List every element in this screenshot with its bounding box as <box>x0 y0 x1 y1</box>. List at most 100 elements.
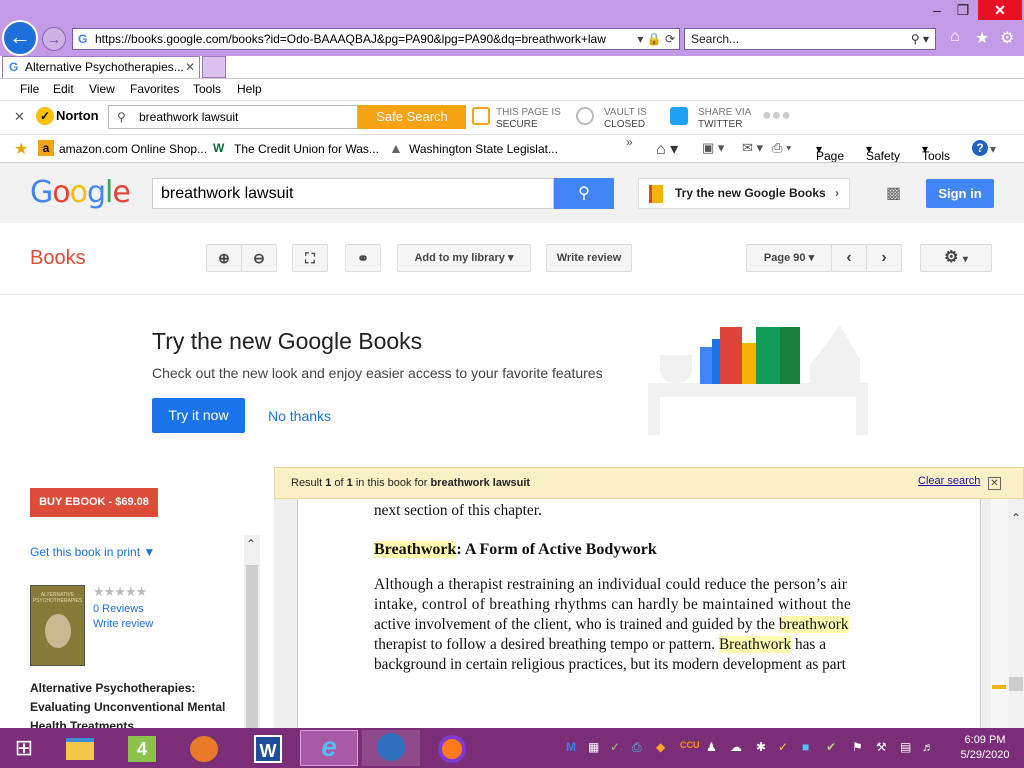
settings-button[interactable]: ⚙ ▾ <box>920 244 992 272</box>
browser-tab[interactable]: G Alternative Psychotherapies... ✕ <box>2 56 200 78</box>
thunderbird-icon[interactable] <box>362 730 420 766</box>
menu-help[interactable]: Help <box>237 82 262 96</box>
safety-menu[interactable]: Safety ▾ <box>866 142 900 163</box>
action-center-icon[interactable]: ⚑ <box>852 740 863 754</box>
maximize-button[interactable]: ❐ <box>950 0 976 20</box>
left-panel-scrollbar[interactable]: ⌃ <box>244 535 260 728</box>
tray-tool-icon[interactable]: ⚒ <box>876 740 887 754</box>
vault-indicator[interactable]: VAULT IS CLOSED <box>576 107 647 131</box>
buy-ebook-button[interactable]: BUY EBOOK - $69.08 <box>30 488 158 517</box>
link-button[interactable]: ⚭ <box>345 244 381 272</box>
norton-search-input[interactable]: ⚲ breathwork lawsuit <box>108 105 358 129</box>
tray-printer-icon[interactable]: ⎙ <box>632 740 642 755</box>
favorite-credit-union[interactable]: The Credit Union for Was... <box>234 142 379 156</box>
menu-favorites[interactable]: Favorites <box>130 82 179 96</box>
scroll-up-icon[interactable]: ⌃ <box>1011 511 1021 525</box>
safe-search-button[interactable]: Safe Search <box>358 105 466 129</box>
forward-button[interactable]: → <box>42 27 66 51</box>
sign-in-button[interactable]: Sign in <box>926 179 994 208</box>
page-scrollbar[interactable]: ⌃ <box>1008 499 1024 728</box>
previous-page-button[interactable]: ‹ <box>831 244 867 272</box>
tray-network-app-icon[interactable]: ■ <box>802 740 809 754</box>
new-tab-button[interactable] <box>202 56 226 78</box>
favorite-amazon[interactable]: amazon.com Online Shop... <box>59 142 207 156</box>
try-new-books-button[interactable]: Try the new Google Books › <box>638 178 850 209</box>
help-icon[interactable]: ? <box>972 140 988 156</box>
fullscreen-button[interactable]: ⛶ <box>292 244 328 272</box>
home-icon[interactable]: ⌂ <box>950 28 960 46</box>
zoom-in-button[interactable]: ⊕ <box>206 244 242 272</box>
next-page-button[interactable]: › <box>866 244 902 272</box>
internet-explorer-icon[interactable]: e <box>300 730 358 766</box>
tray-person-icon[interactable]: ♟ <box>706 740 717 754</box>
system-clock[interactable]: 6:09 PM 5/29/2020 <box>948 733 1022 763</box>
close-tab-icon[interactable]: ✕ <box>185 57 195 77</box>
minimize-button[interactable]: – <box>924 0 950 20</box>
books-label[interactable]: Books <box>30 247 86 270</box>
app-green-icon[interactable]: 4 <box>120 732 164 764</box>
chevron-more-icon[interactable]: » <box>626 135 633 149</box>
get-book-in-print-link[interactable]: Get this book in print ▼ <box>30 545 155 559</box>
bluetooth-icon[interactable]: ✱ <box>756 740 766 754</box>
menu-view[interactable]: View <box>89 82 115 96</box>
page-secure-indicator[interactable]: THIS PAGE IS SECURE <box>472 107 561 131</box>
settings-gear-icon[interactable]: ⚙ <box>1000 28 1014 48</box>
more-options-icon[interactable]: ●●● <box>762 107 791 125</box>
page-select-button[interactable]: Page 90 ▾ <box>746 244 832 272</box>
scroll-up-icon[interactable]: ⌃ <box>246 537 256 551</box>
write-review-button[interactable]: Write review <box>546 244 632 272</box>
home-icon[interactable]: ⌂ ▾ <box>656 139 678 159</box>
favorites-star-icon[interactable]: ★ <box>14 139 28 159</box>
volume-icon[interactable]: ♬ <box>922 740 934 754</box>
close-toolbar-icon[interactable]: ✕ <box>14 109 25 125</box>
tray-app-icon[interactable]: ▦ <box>588 740 599 754</box>
zoom-out-button[interactable]: ⊖ <box>241 244 277 272</box>
menu-file[interactable]: File <box>20 82 39 96</box>
tray-ccu-icon[interactable]: CCU <box>680 740 700 750</box>
help-dropdown-icon[interactable]: ▾ <box>990 142 996 156</box>
word-icon[interactable]: W <box>246 732 290 764</box>
scroll-thumb[interactable] <box>246 565 258 728</box>
mail-icon[interactable]: ✉ ▾ <box>742 140 763 156</box>
address-bar-tools[interactable]: ▾ 🔒 ⟳ <box>633 29 675 49</box>
norton-tray-icon[interactable]: ✓ <box>778 740 788 754</box>
tray-cloud-icon[interactable]: ☁ <box>730 740 742 754</box>
menu-tools[interactable]: Tools <box>193 82 221 96</box>
favorites-star-icon[interactable]: ★ <box>975 28 989 48</box>
network-icon[interactable]: ▤ <box>900 740 911 754</box>
add-to-library-button[interactable]: Add to my library ▾ <box>397 244 531 272</box>
search-icon[interactable]: ⚲ ▾ <box>911 29 929 49</box>
scroll-thumb[interactable] <box>1009 677 1023 691</box>
malwarebytes-icon[interactable]: M <box>566 740 576 754</box>
close-window-button[interactable]: ✕ <box>978 0 1022 20</box>
apps-grid-icon[interactable]: ▩ <box>886 185 904 203</box>
close-icon[interactable]: ✕ <box>988 477 1001 490</box>
windows-start-icon[interactable]: ⊞ <box>2 732 46 764</box>
reviews-link[interactable]: 0 Reviews <box>93 603 144 615</box>
norton-logo[interactable]: ✓ Norton <box>36 107 99 125</box>
google-search-button[interactable]: ⚲ <box>554 178 614 209</box>
tray-check-icon[interactable]: ✔ <box>826 740 836 754</box>
browser-search-box[interactable]: Search... ⚲ ▾ <box>684 28 936 50</box>
book-cover[interactable]: ALTERNATIVE PSYCHOTHERAPIES <box>30 585 85 666</box>
tools-menu[interactable]: Tools ▾ <box>922 142 950 163</box>
clear-search-link[interactable]: Clear search <box>918 475 980 487</box>
google-search-input[interactable]: breathwork lawsuit <box>152 178 554 209</box>
google-logo[interactable]: Google <box>30 175 131 210</box>
tray-update-icon[interactable]: ◆ <box>656 740 665 754</box>
page-menu[interactable]: Page ▾ <box>816 142 844 163</box>
try-it-now-button[interactable]: Try it now <box>152 398 245 433</box>
share-twitter-button[interactable]: SHARE VIA TWITTER <box>670 107 751 131</box>
rss-feeds-icon[interactable]: ▣ ▾ <box>702 140 724 156</box>
tray-sync-icon[interactable]: ✓ <box>610 740 620 754</box>
write-review-link[interactable]: Write review <box>93 618 153 630</box>
menu-edit[interactable]: Edit <box>53 82 74 96</box>
file-explorer-icon[interactable] <box>58 732 102 764</box>
app-orange-icon[interactable] <box>182 732 226 764</box>
favorite-wa-legislature[interactable]: Washington State Legislat... <box>409 142 558 156</box>
back-button[interactable]: ← <box>2 20 38 56</box>
no-thanks-link[interactable]: No thanks <box>268 408 331 424</box>
print-icon[interactable]: ⎙ ▾ <box>772 140 791 156</box>
address-bar[interactable]: G https://books.google.com/books?id=Odo-… <box>72 28 680 50</box>
firefox-icon[interactable] <box>430 732 474 764</box>
